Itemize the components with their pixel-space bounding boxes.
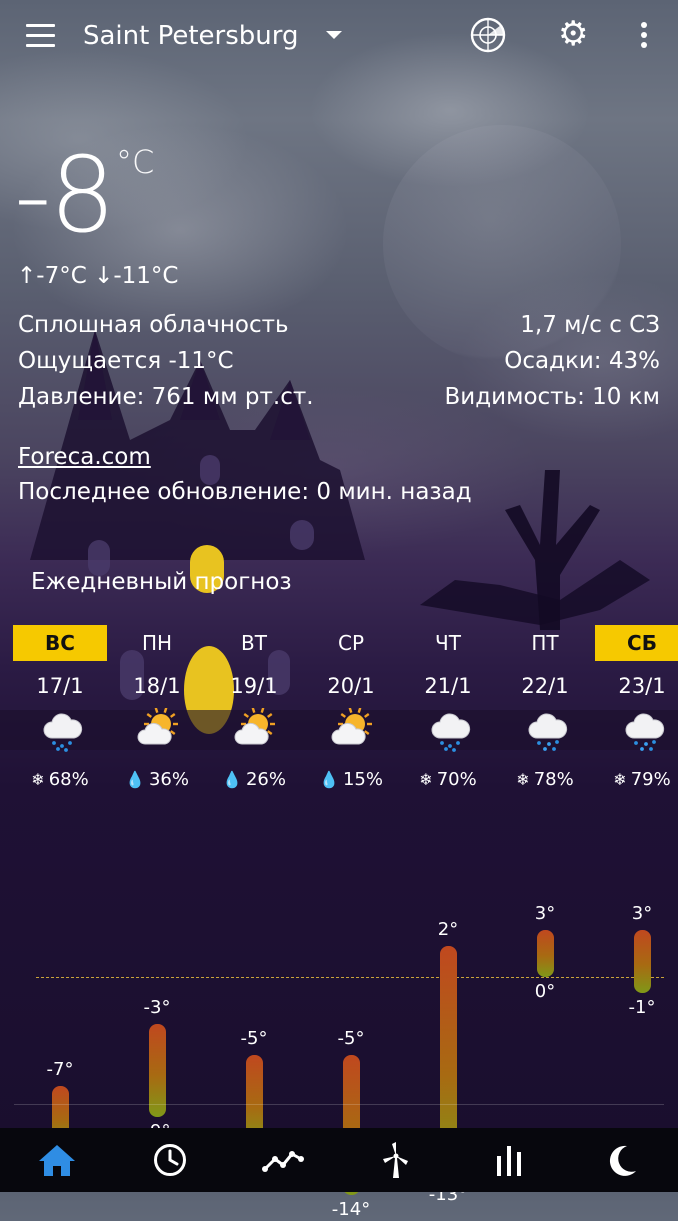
high-temp-label: -7° [46,1059,74,1081]
sun-cloud-icon [331,707,375,752]
day-date: 18/1 [133,674,181,698]
day-date: 20/1 [327,674,375,698]
day-date: 17/1 [36,674,84,698]
menu-icon[interactable] [26,24,56,48]
temperature-range-bar [537,930,554,977]
snowflake-icon: ❄ [613,770,627,789]
nav-home-icon[interactable] [0,1128,113,1192]
precipitation-chance: 💧 15% [319,769,383,790]
more-options-icon[interactable] [640,22,648,48]
forecast-day-column[interactable]: ПТ 22/1 ❄ 78% [498,622,592,1102]
feels-like-text: Ощущается -11°C [18,348,234,374]
wind-text: 1,7 м/с с СЗ [520,312,660,338]
nav-moon-icon[interactable] [565,1128,678,1192]
precipitation-chance: ❄ 79% [613,769,671,790]
high-temp-label: -5° [337,1028,365,1049]
sun-cloud-icon [137,707,181,752]
condition-text: Сплошная облачность [18,312,289,338]
daily-forecast-title: Ежедневный прогноз [31,569,292,595]
precipitation-chance: ❄ 70% [419,769,477,790]
current-temperature: -8 [14,134,116,256]
precipitation-chance: ❄ 68% [31,769,89,790]
day-date: 22/1 [521,674,569,698]
snow-rain-cloud-icon [525,708,569,752]
forecast-day-column[interactable]: СБ 23/1 ❄ 79% [595,622,678,1102]
snow-cloud-icon [428,708,472,752]
forecast-day-column[interactable]: ВС 17/1 ❄ 68% [13,622,107,1102]
low-temp-label: -1° [628,996,656,1018]
snow-cloud-icon [40,708,84,752]
city-name[interactable]: Saint Petersburg [83,18,299,54]
foreca-link[interactable]: Foreca.com [18,441,151,473]
day-name: СР [337,631,365,655]
gear-icon[interactable]: ⚙ [558,16,588,52]
precipitation-text: Осадки: 43% [504,348,660,374]
droplet-icon: 💧 [222,770,242,789]
low-temp-label: 0° [534,981,556,1002]
visibility-text: Видимость: 10 км [444,384,660,410]
high-low-temperature: ↑-7°C ↓-11°C [17,263,179,289]
day-date: 21/1 [424,674,472,698]
day-date: 19/1 [230,674,278,698]
pressure-text: Давление: 761 мм рт.ст. [18,384,314,410]
snowflake-icon: ❄ [516,770,530,789]
nav-clock-icon[interactable] [113,1128,226,1192]
temperature-range-bar [634,930,651,993]
high-temp-label: 3° [631,903,653,925]
precipitation-chance: 💧 36% [125,769,189,790]
temperature-unit: °C [116,143,155,181]
bottom-nav [0,1128,678,1192]
high-temp-label: 3° [534,903,556,925]
sun-cloud-icon [234,707,278,752]
top-bar: Saint Petersburg ⚙ [0,0,678,72]
droplet-icon: 💧 [125,770,145,789]
nav-graph-icon[interactable] [226,1128,339,1192]
precipitation-chance: ❄ 78% [516,769,574,790]
radar-icon[interactable] [470,17,506,53]
divider [14,1104,664,1105]
nav-bar-chart-icon[interactable] [452,1128,565,1192]
low-temp-label: -14° [331,1199,371,1221]
day-name: ПН [141,631,173,655]
snowflake-icon: ❄ [31,770,45,789]
day-name: СБ [595,625,678,661]
day-date: 23/1 [618,674,666,698]
last-update-text: Последнее обновление: 0 мин. назад [18,479,472,505]
chevron-down-icon[interactable] [326,31,342,39]
snow-rain-cloud-icon [622,708,666,752]
high-temp-label: -5° [240,1028,268,1049]
day-name: ЧТ [435,631,461,655]
droplet-icon: 💧 [319,770,339,789]
day-name: ВС [13,625,107,661]
precipitation-chance: 💧 26% [222,769,286,790]
snowflake-icon: ❄ [419,770,433,789]
nav-wind-turbine-icon[interactable] [339,1128,452,1192]
day-name: ПТ [531,631,559,655]
high-temp-label: -3° [143,996,171,1018]
day-name: ВТ [241,631,267,655]
high-temp-label: 2° [437,918,459,940]
